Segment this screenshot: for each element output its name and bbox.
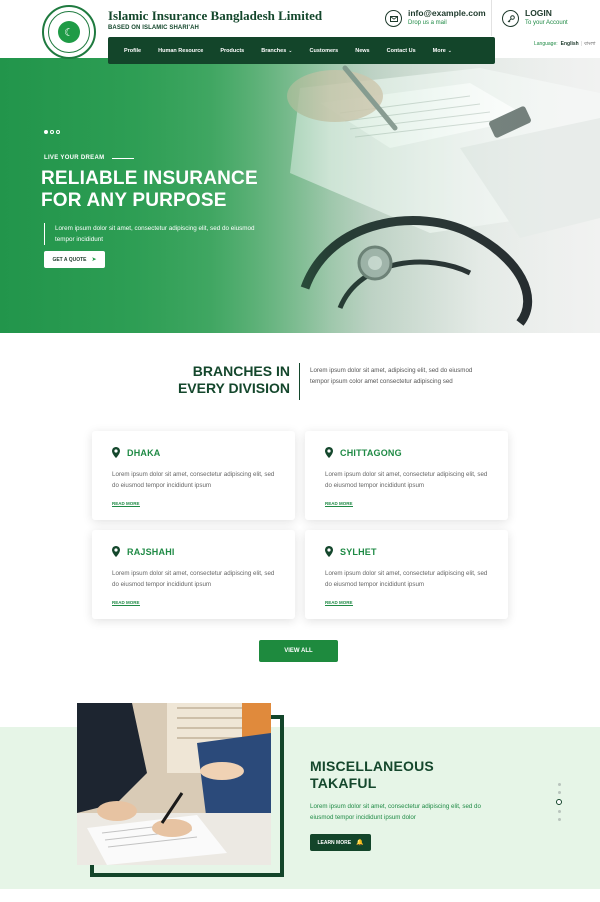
- language-english[interactable]: English: [561, 41, 579, 47]
- read-more-link[interactable]: READ MORE: [325, 501, 353, 507]
- paper-plane-icon: ➤: [91, 257, 97, 263]
- misc-takaful-title: MISCELLANEOUS TAKAFUL: [310, 758, 434, 791]
- location-pin-icon: [325, 447, 333, 458]
- branch-description: Lorem ipsum dolor sit amet, consectetur …: [112, 471, 275, 489]
- logo-ring: ☾: [48, 11, 90, 53]
- mail-icon: [385, 10, 402, 27]
- branch-name: RAJSHAHI: [127, 546, 175, 557]
- nav-item-profile[interactable]: Profile: [124, 48, 141, 54]
- nav-item-more[interactable]: More ⌄: [433, 48, 452, 54]
- branch-name: CHITTAGONG: [340, 447, 402, 458]
- hero-description: Lorem ipsum dolor sit amet, consectetur …: [44, 223, 264, 245]
- branch-name: SYLHET: [340, 546, 377, 557]
- branch-description: Lorem ipsum dolor sit amet, consectetur …: [325, 570, 488, 588]
- location-pin-icon: [112, 546, 120, 557]
- chevron-down-icon: ⌄: [288, 47, 293, 54]
- company-logo[interactable]: ☾: [42, 5, 96, 59]
- nav-item-human-resource[interactable]: Human Resource: [158, 48, 203, 54]
- email-contact[interactable]: info@example.com Drop us a mail: [385, 8, 486, 27]
- branches-title: BRANCHES IN EVERY DIVISION: [177, 363, 290, 396]
- branch-card: RAJSHAHI Lorem ipsum dolor sit amet, con…: [92, 530, 295, 619]
- login-label: LOGIN: [525, 8, 552, 18]
- chevron-down-icon: ⌄: [447, 47, 452, 54]
- location-pin-icon: [112, 447, 120, 458]
- branch-name: DHAKA: [127, 447, 161, 458]
- slide-dot-2[interactable]: [50, 130, 54, 134]
- slide-dot-3[interactable]: [56, 130, 60, 134]
- branch-card: CHITTAGONG Lorem ipsum dolor sit amet, c…: [305, 431, 508, 520]
- slide-dot-3[interactable]: [556, 799, 562, 805]
- misc-slide-dots: [555, 783, 563, 821]
- title-divider: [299, 363, 300, 400]
- key-icon: [502, 10, 519, 27]
- read-more-link[interactable]: READ MORE: [112, 600, 140, 606]
- branches-description: Lorem ipsum dolor sit amet, adipiscing e…: [310, 367, 473, 385]
- slide-dot-5[interactable]: [557, 818, 561, 821]
- hero-slider: LIVE YOUR DREAM RELIABLE INSURANCE FOR A…: [0, 58, 600, 333]
- nav-item-customers[interactable]: Customers: [310, 48, 339, 54]
- hero-eyebrow: LIVE YOUR DREAM: [44, 155, 135, 161]
- logo-emblem-icon: ☾: [58, 21, 80, 43]
- brand-title: Islamic Insurance Bangladesh Limited: [108, 8, 323, 23]
- read-more-link[interactable]: READ MORE: [325, 600, 353, 606]
- location-pin-icon: [325, 546, 333, 557]
- nav-item-contact-us[interactable]: Contact Us: [387, 48, 416, 54]
- hero-title: RELIABLE INSURANCE FOR ANY PURPOSE: [41, 168, 258, 211]
- slide-dot-2[interactable]: [557, 791, 561, 794]
- nav-item-branches[interactable]: Branches ⌄: [261, 48, 292, 54]
- language-bangla[interactable]: বাংলা: [584, 41, 596, 47]
- slide-dot-1[interactable]: [557, 783, 561, 786]
- bell-icon: 🔔: [356, 840, 364, 846]
- branch-description: Lorem ipsum dolor sit amet, consectetur …: [112, 570, 275, 588]
- branch-card: DHAKA Lorem ipsum dolor sit amet, consec…: [92, 431, 295, 520]
- hero-slide-dots: [44, 130, 60, 134]
- signing-contract-image: [77, 703, 271, 865]
- misc-takaful-description: Lorem ipsum dolor sit amet, consectetur …: [310, 803, 481, 821]
- language-switcher: Language: English | বাংলা: [534, 41, 596, 47]
- email-address: info@example.com: [408, 8, 486, 18]
- login-link[interactable]: LOGIN To your Account: [502, 8, 568, 27]
- language-label: Language:: [534, 41, 558, 47]
- nav-item-products[interactable]: Products: [220, 48, 244, 54]
- branch-description: Lorem ipsum dolor sit amet, consectetur …: [325, 471, 488, 489]
- login-caption: To your Account: [525, 20, 568, 26]
- read-more-link[interactable]: READ MORE: [112, 501, 140, 507]
- slide-dot-1[interactable]: [44, 130, 48, 134]
- email-caption: Drop us a mail: [408, 20, 447, 26]
- header-divider: [491, 0, 492, 36]
- view-all-button[interactable]: VIEW ALL: [259, 640, 338, 662]
- nav-item-news[interactable]: News: [355, 48, 369, 54]
- get-a-quote-button[interactable]: GET A QUOTE ➤: [44, 251, 105, 268]
- main-nav: Profile Human Resource Products Branches…: [108, 37, 495, 64]
- learn-more-button[interactable]: LEARN MORE 🔔: [310, 834, 371, 851]
- slide-dot-4[interactable]: [557, 810, 561, 813]
- branch-card: SYLHET Lorem ipsum dolor sit amet, conse…: [305, 530, 508, 619]
- brand-subtitle: BASED ON ISLAMIC SHARI'AH: [108, 25, 199, 31]
